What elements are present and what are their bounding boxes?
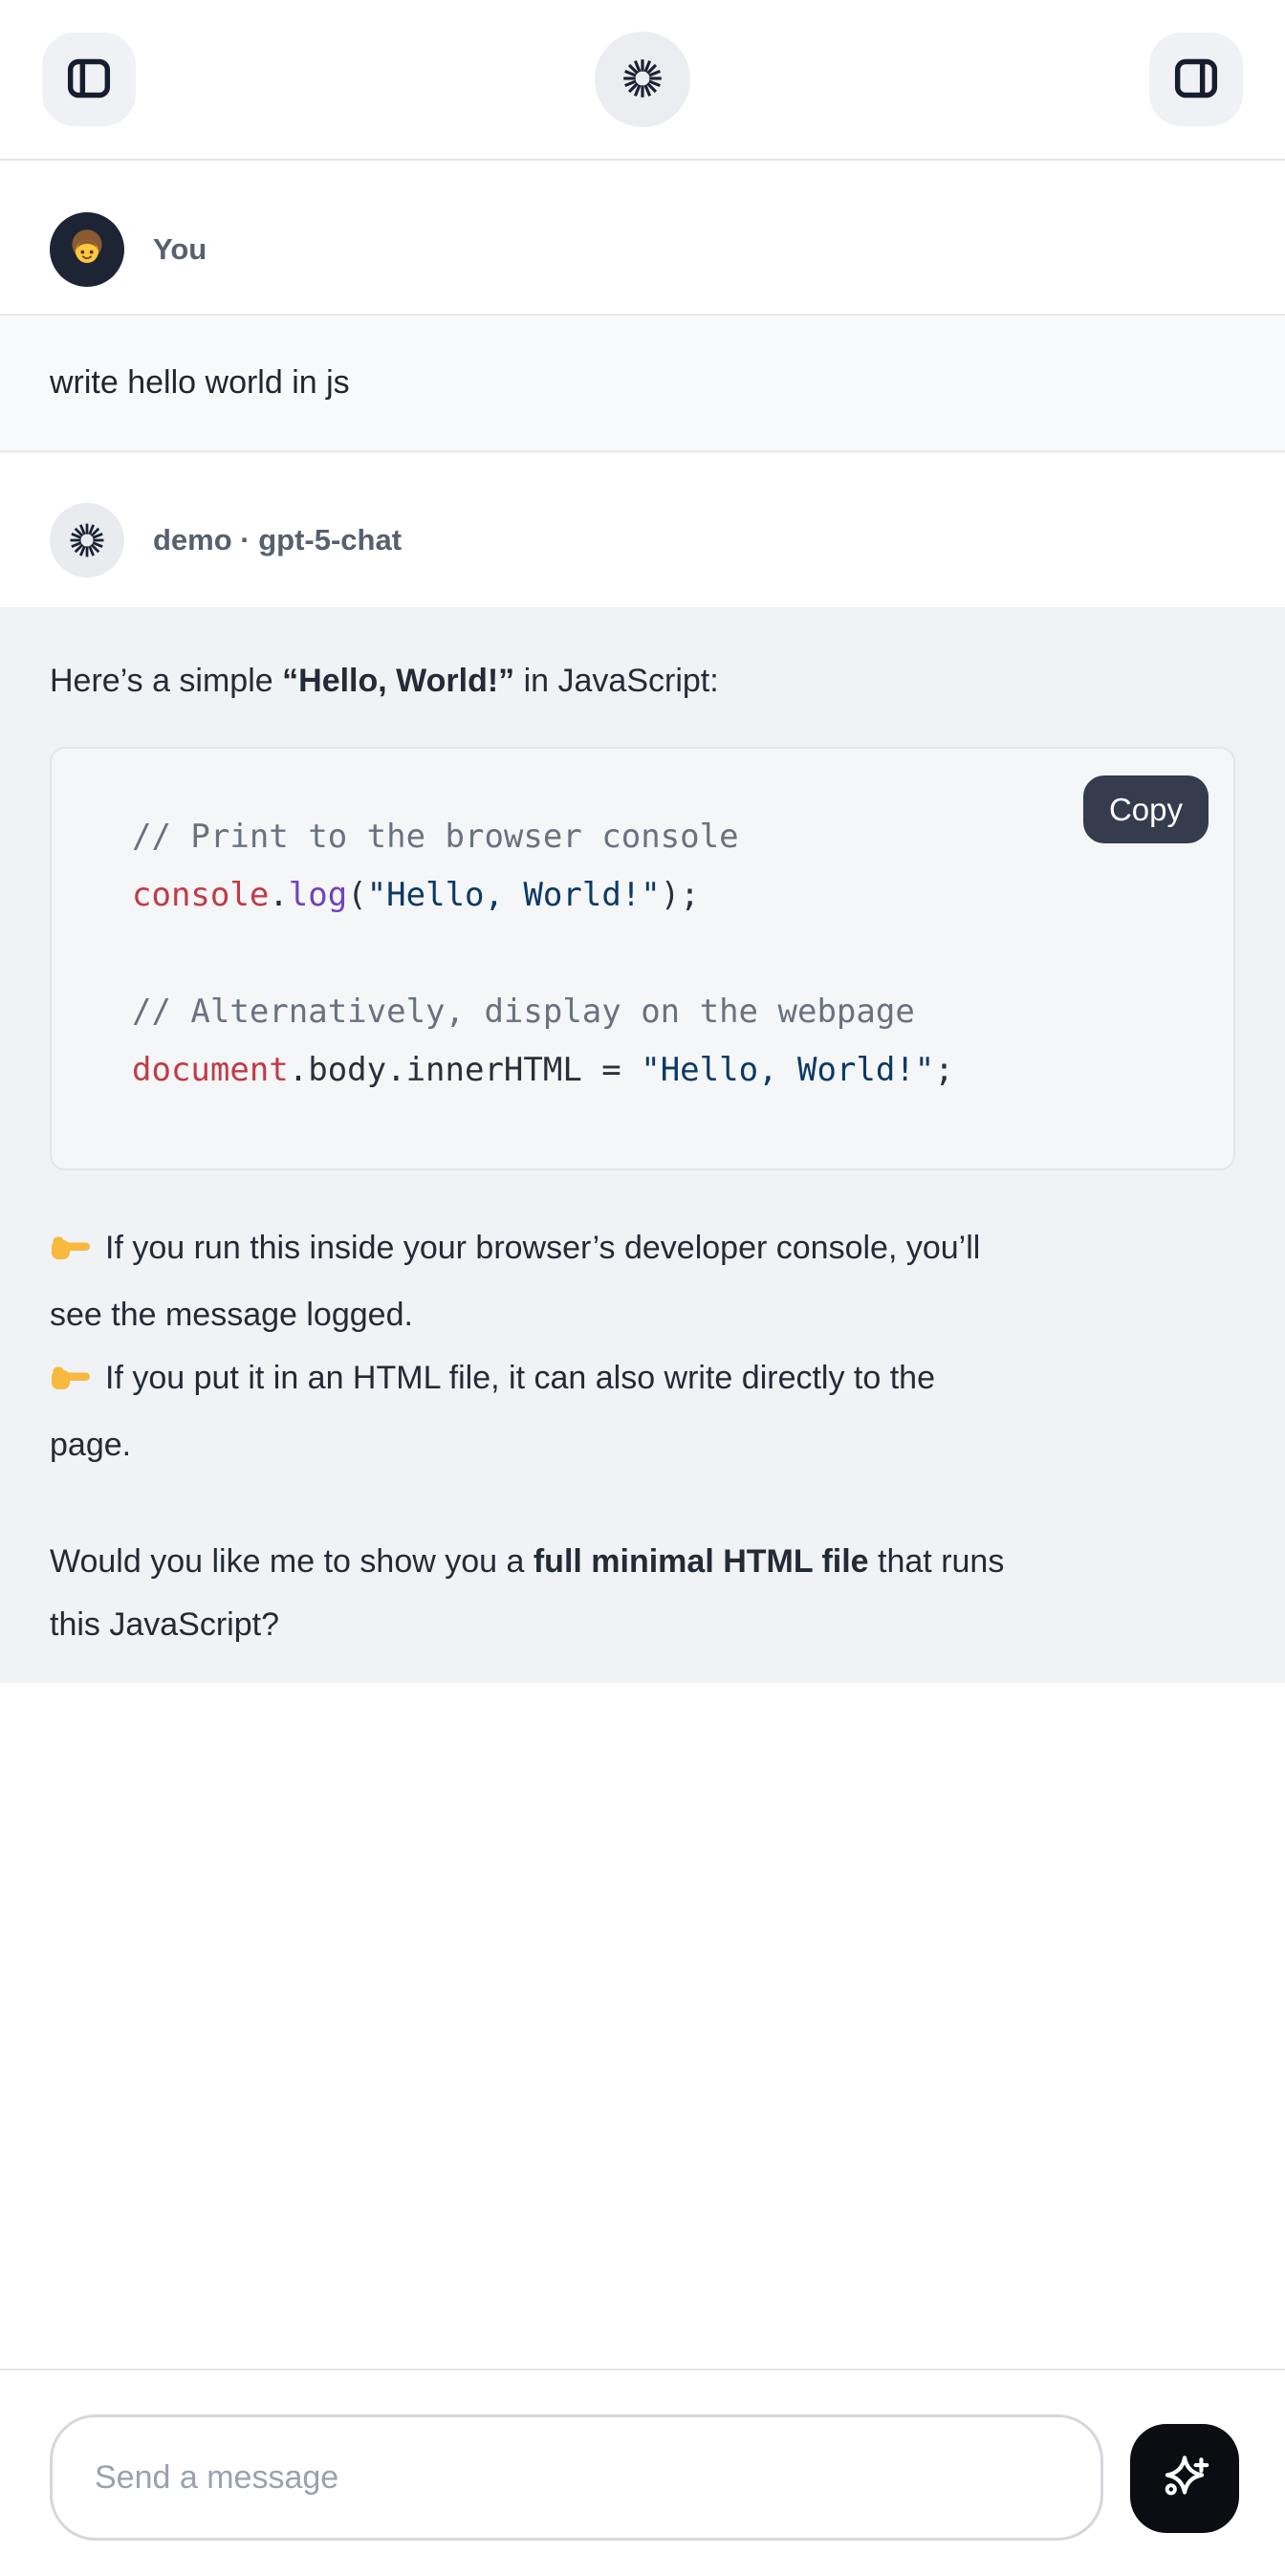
followup-line: Would you like me to show you a full min… — [50, 1530, 1235, 1593]
code-line: console.log("Hello, World!"); — [132, 866, 1176, 925]
code-line: document.body.innerHTML = "Hello, World!… — [132, 1041, 1176, 1100]
user-avatar — [50, 212, 124, 287]
sidebar-left-toggle-button[interactable] — [42, 33, 136, 126]
tip-line: see the message logged. — [50, 1283, 1235, 1346]
code-line: // Alternatively, display on the webpage — [132, 983, 1176, 1041]
code-line-blank — [132, 925, 1176, 983]
top-bar — [0, 0, 1285, 161]
sidebar-right-icon — [1168, 51, 1224, 109]
tip-line: page. — [50, 1413, 1235, 1476]
sparkle-icon — [1155, 2448, 1214, 2510]
code-line: // Print to the browser console — [132, 808, 1176, 866]
code-block: Copy // Print to the browser console con… — [50, 747, 1235, 1170]
message-input[interactable] — [50, 2414, 1103, 2541]
assistant-avatar — [50, 503, 124, 578]
assistant-author-label: demo · gpt-5-chat — [153, 523, 402, 557]
assistant-followup: Would you like me to show you a full min… — [50, 1530, 1235, 1656]
followup-line: this JavaScript? — [50, 1593, 1235, 1656]
user-author-label: You — [153, 232, 207, 267]
user-message: write hello world in js — [0, 314, 1285, 452]
sidebar-left-icon — [61, 51, 117, 109]
sidebar-right-toggle-button[interactable] — [1149, 33, 1243, 126]
assistant-message: Here’s a simple “Hello, World!” in JavaS… — [0, 607, 1285, 1683]
composer-bar — [0, 2369, 1285, 2576]
tip-line: If you run this inside your browser’s de… — [50, 1216, 1235, 1283]
assistant-author-row: demo · gpt-5-chat — [50, 503, 1235, 578]
copy-button[interactable]: Copy — [1083, 775, 1209, 843]
assistant-intro: Here’s a simple “Hello, World!” in JavaS… — [50, 649, 1235, 712]
chat-app: { "header": { "left_icon": "sidebar-left… — [0, 0, 1285, 2576]
user-author-row: You — [50, 212, 1235, 287]
tip-line: If you put it in an HTML file, it can al… — [50, 1346, 1235, 1413]
user-message-text: write hello world in js — [50, 364, 350, 401]
pointing-right-icon — [50, 1220, 92, 1283]
pointing-right-icon — [50, 1350, 92, 1413]
starburst-icon — [619, 55, 666, 105]
assistant-tips: If you run this inside your browser’s de… — [50, 1216, 1235, 1476]
send-button[interactable] — [1130, 2424, 1239, 2533]
model-menu-button[interactable] — [595, 32, 690, 127]
